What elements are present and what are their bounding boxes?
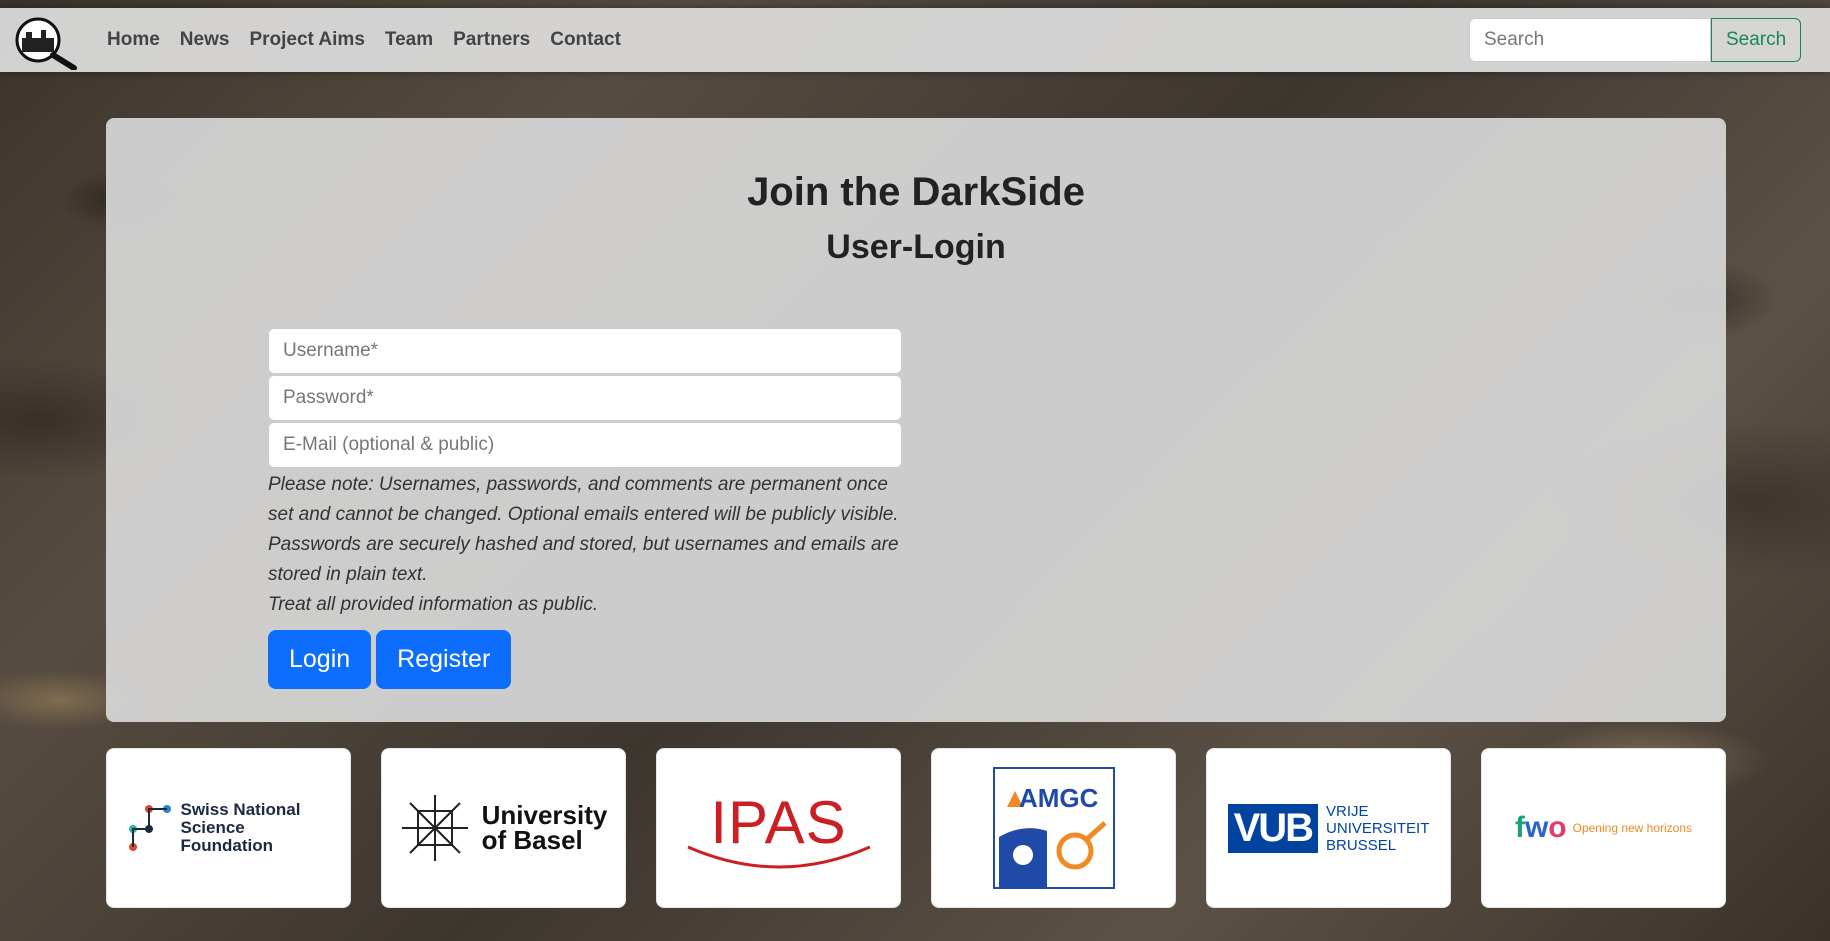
nav-link-partners[interactable]: Partners (453, 29, 530, 51)
partner-card-ipas[interactable]: IPAS (656, 748, 901, 908)
login-form: Please note: Usernames, passwords, and c… (268, 328, 902, 689)
password-field[interactable] (268, 375, 902, 421)
email-field[interactable] (268, 422, 902, 468)
nav-link-team[interactable]: Team (385, 29, 433, 51)
amgc-name: AMGC (1019, 783, 1099, 813)
nav-link-contact[interactable]: Contact (550, 29, 621, 51)
username-field[interactable] (268, 328, 902, 374)
login-button[interactable]: Login (268, 630, 372, 689)
partner-logos: Swiss National Science Foundation Univer… (106, 748, 1726, 908)
nav-links: Home News Project Aims Team Partners Con… (107, 29, 641, 51)
navbar: Home News Project Aims Team Partners Con… (0, 8, 1830, 72)
partner-card-amgc[interactable]: AMGC (931, 748, 1176, 908)
vub-line3: BRUSSEL (1326, 836, 1397, 854)
site-logo[interactable] (14, 16, 78, 71)
snsf-name: Swiss National Science Foundation (180, 800, 301, 855)
fwo-tagline: Opening new horizons (1572, 821, 1693, 835)
login-panel: Join the DarkSide User-Login Please note… (106, 118, 1726, 722)
search-form: Search (1469, 18, 1802, 62)
partner-card-vub[interactable]: VUB VRIJE UNIVERSITEIT BRUSSEL (1206, 748, 1451, 908)
page-subtitle: User-Login (826, 228, 1006, 266)
vub-line1: VRIJE (1326, 802, 1369, 820)
privacy-note: Please note: Usernames, passwords, and c… (268, 470, 902, 620)
amgc-logo-icon: AMGC (992, 767, 1115, 889)
privacy-note-warning: Treat all provided information as public… (268, 594, 599, 615)
basel-name-line2: of Basel (481, 825, 583, 855)
basel-logo-icon (401, 795, 468, 861)
search-input[interactable] (1469, 18, 1711, 62)
partner-card-fwo[interactable]: fwo Opening new horizons (1481, 748, 1726, 908)
nav-link-news[interactable]: News (180, 29, 230, 51)
snsf-logo-icon (128, 805, 171, 851)
partner-card-basel[interactable]: University of Basel (381, 748, 626, 908)
search-button[interactable]: Search (1711, 18, 1802, 62)
form-buttons: Login Register (268, 630, 902, 689)
nav-link-home[interactable]: Home (107, 29, 160, 51)
partner-card-snsf[interactable]: Swiss National Science Foundation (106, 748, 351, 908)
vub-line2: UNIVERSITEIT (1326, 819, 1430, 837)
privacy-note-text: Please note: Usernames, passwords, and c… (268, 474, 899, 585)
page-title: Join the DarkSide (747, 170, 1085, 214)
fwo-mark: fwo (1514, 811, 1567, 844)
register-button[interactable]: Register (376, 630, 512, 689)
ipas-swoosh-icon (686, 845, 871, 868)
vub-name: VRIJE UNIVERSITEIT BRUSSEL (1326, 803, 1429, 854)
nav-link-project-aims[interactable]: Project Aims (249, 29, 364, 51)
vub-mark: VUB (1227, 803, 1319, 853)
